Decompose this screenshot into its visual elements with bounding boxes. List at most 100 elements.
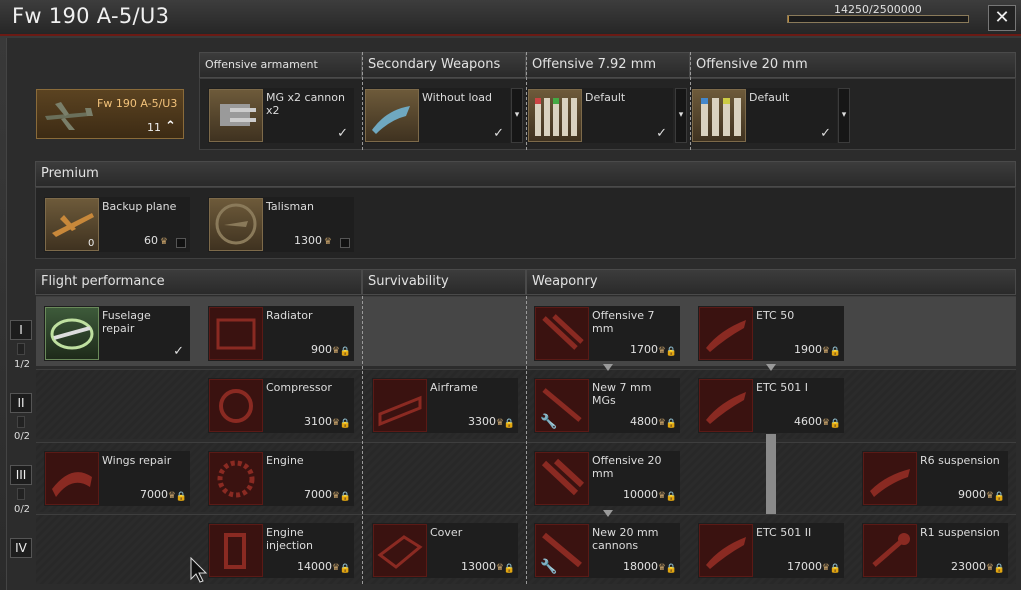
mod-r6-suspension[interactable]: R6 suspension 9000 ♛ 🔒	[862, 451, 1008, 506]
arrow-down-icon	[766, 364, 776, 371]
mod-name: New 7 mm MGs	[592, 381, 652, 407]
mod-name: R6 suspension	[920, 454, 1000, 467]
weapon-slot-secondary[interactable]: Without load ✓	[364, 88, 510, 143]
mod-wings-repair[interactable]: Wings repair 7000 ♛ 🔒	[44, 451, 190, 506]
mod-fuselage-repair[interactable]: Fuselage repair ✓	[44, 306, 190, 361]
tier-marker-2: II	[10, 393, 32, 413]
mod-cost: 14000	[297, 560, 332, 573]
mod-etc-50[interactable]: ETC 50 1900 ♛ 🔒	[698, 306, 844, 361]
mod-name: Compressor	[266, 381, 332, 394]
weapon-slot-7-92[interactable]: Default ✓	[527, 88, 673, 143]
dropdown-secondary[interactable]: ▾	[511, 88, 523, 143]
mod-name: R1 suspension	[920, 526, 1000, 539]
xp-progress-bar	[787, 15, 969, 23]
tier-connector	[17, 488, 25, 500]
premium-talisman[interactable]: Talisman 1300 ♛	[208, 197, 354, 252]
tier-progress-3: 0/2	[13, 504, 31, 515]
mod-cost: 9000	[958, 488, 986, 501]
eagle-icon: ♛	[323, 237, 332, 247]
suspension-icon	[863, 452, 917, 505]
header-offensive-20: Offensive 20 mm	[690, 52, 1016, 78]
lock-icon: 🔒	[829, 564, 841, 574]
weapon-slot-armament[interactable]: MG x2 cannon x2 ✓	[208, 88, 354, 143]
premium-backup-plane[interactable]: Backup plane 0 60 ♛	[44, 197, 190, 252]
lock-icon: 🔒	[175, 492, 187, 502]
mod-offensive-7mm[interactable]: Offensive 7 mm 1700 ♛ 🔒	[534, 306, 680, 361]
checkbox[interactable]	[340, 238, 350, 248]
wrench-icon: 🔧	[540, 559, 558, 575]
checkmark-icon: ✓	[173, 344, 184, 359]
mod-name: Fuselage repair	[102, 309, 151, 335]
mod-etc-501-ii[interactable]: ETC 501 II 17000 ♛ 🔒	[698, 523, 844, 578]
eagle-icon: ♛	[159, 237, 168, 247]
mod-radiator[interactable]: Radiator 900 ♛ 🔒	[208, 306, 354, 361]
item-name: Backup plane	[102, 200, 177, 213]
mod-airframe[interactable]: Airframe 3300 ♛ 🔒	[372, 378, 518, 433]
mod-name: Engine injection	[266, 526, 313, 552]
tier-connector	[17, 416, 25, 428]
lock-icon: 🔒	[503, 564, 515, 574]
connector-bar	[766, 434, 776, 514]
lock-icon: 🔒	[665, 492, 677, 502]
mod-offensive-20mm[interactable]: Offensive 20 mm 10000 ♛ 🔒	[534, 451, 680, 506]
tier-progress-2: 0/2	[13, 431, 31, 442]
mod-cost: 1900	[794, 343, 822, 356]
arrow-down-icon	[603, 364, 613, 371]
header-survivability: Survivability	[362, 269, 526, 295]
checkmark-icon: ✓	[656, 126, 667, 141]
engine-icon	[209, 452, 263, 505]
mod-name: Cover	[430, 526, 463, 539]
compressor-icon	[209, 379, 263, 432]
radiator-icon	[209, 307, 263, 360]
mod-name: ETC 50	[756, 309, 795, 322]
eagle-icon: ♛	[821, 563, 830, 573]
mod-new-7mm-mgs[interactable]: New 7 mm MGs 🔧 4800 ♛ 🔒	[534, 378, 680, 433]
mod-cover[interactable]: Cover 13000 ♛ 🔒	[372, 523, 518, 578]
item-name: Talisman	[266, 200, 314, 213]
mod-cost: 10000	[623, 488, 658, 501]
bomb-rack-icon	[699, 379, 753, 432]
plane-card[interactable]: Fw 190 A-5/U3 11 ⌃	[36, 89, 184, 139]
weapon-slot-20[interactable]: Default ✓	[691, 88, 837, 143]
chevron-up-icon: ⌃	[165, 119, 176, 134]
machine-gun-icon	[535, 307, 589, 360]
close-button[interactable]: ✕	[988, 5, 1016, 31]
header-offensive-armament: Offensive armament	[199, 52, 362, 78]
weapon-name: MG x2 cannon x2	[266, 91, 345, 117]
mod-cost: 3100	[304, 415, 332, 428]
weapon-name: Default	[749, 91, 790, 104]
repair-icon	[45, 307, 99, 360]
checkbox[interactable]	[176, 238, 186, 248]
title-bar: Fw 190 A-5/U3 14250/2500000 ✕	[0, 0, 1021, 36]
eagle-icon: ♛	[331, 418, 340, 428]
mod-engine[interactable]: Engine 7000 ♛ 🔒	[208, 451, 354, 506]
lock-icon: 🔒	[829, 347, 841, 357]
header-premium: Premium	[35, 161, 1016, 187]
eagle-icon: ♛	[657, 346, 666, 356]
window-title: Fw 190 A-5/U3	[12, 4, 170, 28]
bomb-icon	[365, 89, 419, 142]
mod-new-20mm-cannons[interactable]: New 20 mm cannons 🔧 18000 ♛ 🔒	[534, 523, 680, 578]
header-weaponry: Weaponry	[526, 269, 1016, 295]
tier-marker-3: III	[10, 465, 32, 485]
mod-cost: 23000	[951, 560, 986, 573]
header-flight-performance: Flight performance	[35, 269, 362, 295]
mod-name: Offensive 20 mm	[592, 454, 662, 480]
lock-icon: 🔒	[993, 492, 1005, 502]
eagle-icon: ♛	[331, 491, 340, 501]
ammo-belt-icon	[692, 89, 746, 142]
tier-marker-1: I	[10, 320, 32, 340]
mod-etc-501-i[interactable]: ETC 501 I 4600 ♛ 🔒	[698, 378, 844, 433]
injection-icon	[209, 524, 263, 577]
mod-r1-suspension[interactable]: R1 suspension 23000 ♛ 🔒	[862, 523, 1008, 578]
dropdown-7-92[interactable]: ▾	[675, 88, 687, 143]
mod-compressor[interactable]: Compressor 3100 ♛ 🔒	[208, 378, 354, 433]
mod-name: ETC 501 II	[756, 526, 812, 539]
mod-name: Engine	[266, 454, 304, 467]
eagle-icon: ♛	[985, 563, 994, 573]
mod-engine-injection[interactable]: Engine injection 14000 ♛ 🔒	[208, 523, 354, 578]
tier-progress-1: 1/2	[13, 359, 31, 370]
mod-cost: 900	[311, 343, 332, 356]
dropdown-20[interactable]: ▾	[838, 88, 850, 143]
wrench-icon: 🔧	[540, 414, 558, 430]
